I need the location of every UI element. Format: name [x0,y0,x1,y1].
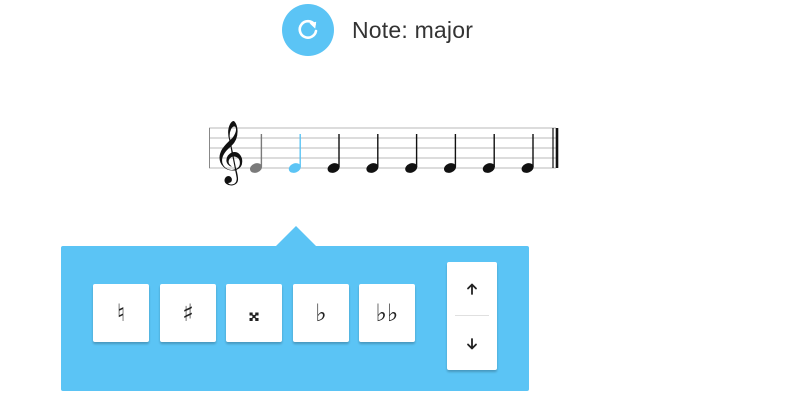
flat-button[interactable]: ♭ [293,284,349,342]
octave-up-button[interactable] [447,262,497,315]
flat-icon: ♭ [315,299,327,327]
note-upcoming[interactable] [365,134,380,175]
sharp-icon: ♯ [182,299,194,327]
accidental-popover: ♮ ♯ 𝄪 ♭ ♭♭ [61,246,529,391]
natural-button[interactable]: ♮ [93,284,149,342]
double-flat-icon: ♭♭ [375,299,399,327]
natural-icon: ♮ [116,299,126,327]
double-sharp-icon: 𝄪 [248,299,260,327]
note-past[interactable] [249,134,264,175]
note-upcoming[interactable] [404,134,419,175]
arrow-down-icon [467,337,477,349]
note-upcoming[interactable] [520,134,535,175]
treble-clef-icon: 𝄞 [213,120,245,186]
double-sharp-button[interactable]: 𝄪 [226,284,282,342]
note-upcoming[interactable] [481,134,496,175]
note-upcoming[interactable] [443,134,458,175]
double-flat-button[interactable]: ♭♭ [359,284,415,342]
sharp-button[interactable]: ♯ [160,284,216,342]
octave-panel [447,262,497,370]
octave-down-button[interactable] [447,317,497,370]
arrow-up-icon [467,283,477,295]
music-staff: 𝄞 [209,120,559,186]
note-upcoming[interactable] [326,134,341,175]
popover-arrow [276,226,316,246]
note-current[interactable] [287,134,302,175]
octave-divider [455,315,489,316]
